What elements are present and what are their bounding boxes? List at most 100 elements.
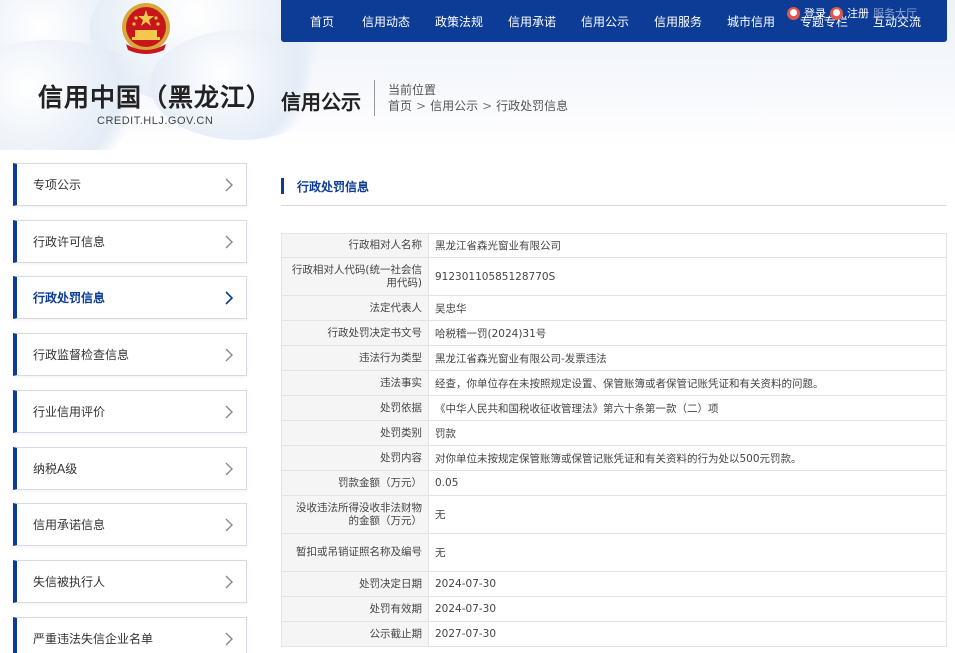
field-value: 黑龙江省森光窗业有限公司-发票违法 — [428, 345, 947, 371]
table-row: 违法事实 经查，你单位存在未按照规定设置、保管账簿或者保管记账凭证和有关资料的问… — [281, 370, 947, 396]
field-label: 违法事实 — [281, 370, 429, 396]
field-value: 吴忠华 — [428, 295, 947, 321]
login-link[interactable]: 登录 — [804, 5, 826, 21]
chevron-right-icon — [225, 178, 233, 191]
nav-city-credit[interactable]: 城市信用 — [727, 13, 775, 30]
field-label: 处罚内容 — [281, 445, 429, 471]
field-label: 处罚有效期 — [281, 596, 429, 622]
field-label: 处罚依据 — [281, 395, 429, 421]
chevron-right-icon — [225, 405, 233, 418]
field-value: 无 — [428, 533, 947, 572]
field-value: 罚款 — [428, 420, 947, 446]
table-row: 罚款金额（万元） 0.05 — [281, 470, 947, 496]
field-label: 行政相对人名称 — [281, 233, 429, 258]
field-value: 《中华人民共和国税收征收管理法》第六十条第一款（二）项 — [428, 395, 947, 421]
field-label: 行政相对人代码(统一社会信用代码) — [281, 257, 429, 296]
penalty-info-table: 行政相对人名称 黑龙江省森光窗业有限公司 行政相对人代码(统一社会信用代码) 9… — [281, 233, 947, 647]
chevron-right-icon — [225, 290, 234, 305]
breadcrumb-home[interactable]: 首页 — [388, 99, 412, 113]
user-links: ● 登录 ● 注册 服务大厅 — [787, 4, 917, 22]
field-label: 处罚类别 — [281, 420, 429, 446]
field-label: 违法行为类型 — [281, 345, 429, 371]
breadcrumb-separator: > — [482, 99, 493, 113]
field-value: 黑龙江省森光窗业有限公司 — [428, 233, 947, 258]
sidebar-item-label: 行政处罚信息 — [33, 291, 106, 305]
nav-credit-promise[interactable]: 信用承诺 — [508, 13, 556, 30]
sidebar-item-label: 失信被执行人 — [33, 575, 106, 589]
sidebar-item-credit-promise[interactable]: 信用承诺信息 — [13, 503, 247, 546]
field-value: 对你单位未按规定保管账簿或保管记账凭证和有关资料的行为处以500元罚款。 — [428, 445, 947, 471]
nav-credit-news[interactable]: 信用动态 — [362, 13, 410, 30]
nav-credit-public[interactable]: 信用公示 — [581, 13, 629, 30]
table-row: 法定代表人 吴忠华 — [281, 295, 947, 321]
sidebar-item-label: 严重违法失信企业名单 — [33, 632, 154, 646]
sidebar-item-special-public[interactable]: 专项公示 — [13, 163, 247, 206]
field-value: 0.05 — [428, 470, 947, 496]
breadcrumb-separator: > — [416, 99, 427, 113]
user-icon: ● — [787, 6, 800, 20]
register-link[interactable]: 注册 — [847, 5, 869, 21]
table-row: 公示截止期 2027-07-30 — [281, 621, 947, 647]
national-emblem-icon — [122, 3, 170, 54]
table-row: 处罚类别 罚款 — [281, 420, 947, 446]
sidebar-item-label: 纳税A级 — [33, 462, 78, 476]
site-title: 信用中国（黑龙江） — [38, 83, 273, 112]
field-label: 法定代表人 — [281, 295, 429, 321]
sidebar-item-label: 信用承诺信息 — [33, 518, 106, 532]
chevron-right-icon — [225, 518, 233, 531]
sidebar-item-supervision[interactable]: 行政监督检查信息 — [13, 333, 247, 376]
sidebar-item-label: 行业信用评价 — [33, 405, 106, 419]
table-row: 行政相对人名称 黑龙江省森光窗业有限公司 — [281, 233, 947, 258]
table-row: 处罚内容 对你单位未按规定保管账簿或保管记账凭证和有关资料的行为处以500元罚款… — [281, 445, 947, 471]
nav-policy[interactable]: 政策法规 — [435, 13, 483, 30]
nav-credit-service[interactable]: 信用服务 — [654, 13, 702, 30]
field-value: 2027-07-30 — [428, 621, 947, 647]
sidebar-item-dishonest-executed[interactable]: 失信被执行人 — [13, 560, 247, 603]
table-row: 处罚依据 《中华人民共和国税收征收管理法》第六十条第一款（二）项 — [281, 395, 947, 421]
chevron-right-icon — [225, 348, 233, 361]
chevron-right-icon — [225, 462, 233, 475]
breadcrumb: 首页 > 信用公示 > 行政处罚信息 — [388, 97, 568, 114]
field-value: 经查，你单位存在未按照规定设置、保管账簿或者保管记账凭证和有关资料的问题。 — [428, 370, 947, 396]
sidebar-item-admin-penalty[interactable]: 行政处罚信息 — [13, 276, 247, 319]
chevron-right-icon — [225, 235, 233, 248]
header-divider — [374, 80, 375, 116]
field-value: 哈税稽一罚(2024)31号 — [428, 320, 947, 346]
chevron-right-icon — [225, 632, 233, 645]
table-row: 处罚有效期 2024-07-30 — [281, 596, 947, 622]
breadcrumb-credit-public[interactable]: 信用公示 — [430, 99, 478, 113]
table-row: 行政处罚决定书文号 哈税稽一罚(2024)31号 — [281, 320, 947, 346]
table-row: 处罚决定日期 2024-07-30 — [281, 571, 947, 597]
sidebar-item-admin-license[interactable]: 行政许可信息 — [13, 220, 247, 263]
field-label: 暂扣或吊销证照名称及编号 — [281, 533, 429, 572]
field-value: 91230110585128770S — [428, 257, 947, 296]
service-hall-link[interactable]: 服务大厅 — [873, 5, 917, 21]
field-value: 2024-07-30 — [428, 596, 947, 622]
sidebar-item-label: 行政监督检查信息 — [33, 348, 130, 362]
table-row: 没收违法所得没收非法财物的金额（万元） 无 — [281, 495, 947, 534]
content-title: 行政处罚信息 — [297, 180, 370, 194]
nav-home[interactable]: 首页 — [310, 13, 334, 30]
field-value: 无 — [428, 495, 947, 534]
site-domain: CREDIT.HLJ.GOV.CN — [97, 115, 214, 127]
table-row: 违法行为类型 黑龙江省森光窗业有限公司-发票违法 — [281, 345, 947, 371]
content-header: 行政处罚信息 — [281, 174, 947, 206]
sidebar-item-industry-rating[interactable]: 行业信用评价 — [13, 390, 247, 433]
breadcrumb-current: 行政处罚信息 — [496, 99, 569, 113]
section-title: 信用公示 — [281, 90, 361, 114]
sidebar-item-tax-a[interactable]: 纳税A级 — [13, 447, 247, 490]
table-row: 行政相对人代码(统一社会信用代码) 91230110585128770S — [281, 257, 947, 296]
breadcrumb-label: 当前位置 — [388, 83, 437, 97]
sidebar-item-label: 专项公示 — [33, 178, 82, 192]
field-label: 行政处罚决定书文号 — [281, 320, 429, 346]
sidebar-item-label: 行政许可信息 — [33, 235, 106, 249]
field-label: 罚款金额（万元） — [281, 470, 429, 496]
table-row: 暂扣或吊销证照名称及编号 无 — [281, 533, 947, 572]
sidebar-item-serious-violation[interactable]: 严重违法失信企业名单 — [13, 617, 247, 653]
field-label: 处罚决定日期 — [281, 571, 429, 597]
chevron-right-icon — [225, 575, 233, 588]
register-icon: ● — [830, 6, 843, 20]
field-value: 2024-07-30 — [428, 571, 947, 597]
title-accent-bar — [281, 178, 284, 194]
field-label: 没收违法所得没收非法财物的金额（万元） — [281, 495, 429, 534]
